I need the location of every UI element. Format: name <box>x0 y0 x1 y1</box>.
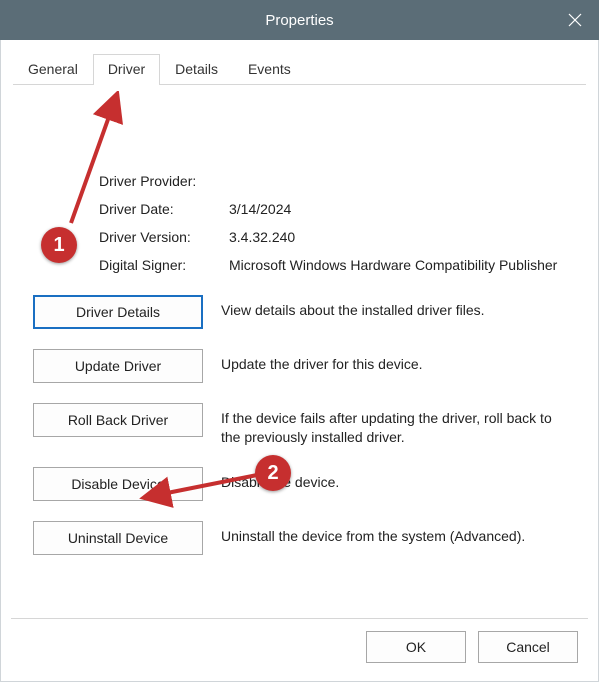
close-icon <box>568 13 582 27</box>
value-date: 3/14/2024 <box>229 201 574 217</box>
annotation-badge-1: 1 <box>41 227 77 263</box>
row-date: Driver Date: 3/14/2024 <box>99 201 574 217</box>
driver-details-button[interactable]: Driver Details <box>33 295 203 329</box>
action-driver-details: Driver Details View details about the in… <box>33 295 574 329</box>
action-uninstall-device: Uninstall Device Uninstall the device fr… <box>33 521 574 555</box>
driver-actions: Driver Details View details about the in… <box>33 295 574 555</box>
uninstall-device-desc: Uninstall the device from the system (Ad… <box>221 521 574 546</box>
tab-driver[interactable]: Driver <box>93 54 160 85</box>
row-version: Driver Version: 3.4.32.240 <box>99 229 574 245</box>
row-provider: Driver Provider: <box>99 173 574 189</box>
label-signer: Digital Signer: <box>99 257 229 273</box>
tab-details[interactable]: Details <box>160 54 233 84</box>
label-date: Driver Date: <box>99 201 229 217</box>
driver-details-desc: View details about the installed driver … <box>221 295 574 320</box>
dialog-footer: OK Cancel <box>11 618 588 671</box>
value-version: 3.4.32.240 <box>229 229 574 245</box>
roll-back-driver-button[interactable]: Roll Back Driver <box>33 403 203 437</box>
update-driver-desc: Update the driver for this device. <box>221 349 574 374</box>
tab-general[interactable]: General <box>13 54 93 84</box>
uninstall-device-button[interactable]: Uninstall Device <box>33 521 203 555</box>
titlebar: Properties <box>0 0 599 40</box>
label-provider: Driver Provider: <box>99 173 229 189</box>
label-version: Driver Version: <box>99 229 229 245</box>
ok-button[interactable]: OK <box>366 631 466 663</box>
value-provider <box>229 173 574 189</box>
window-body: General Driver Details Events Driver Pro… <box>0 40 599 682</box>
cancel-button[interactable]: Cancel <box>478 631 578 663</box>
disable-device-button[interactable]: Disable Device <box>33 467 203 501</box>
tab-strip: General Driver Details Events <box>13 54 586 85</box>
close-button[interactable] <box>551 0 599 40</box>
action-disable-device: Disable Device Disable the device. <box>33 467 574 501</box>
tab-events[interactable]: Events <box>233 54 306 84</box>
action-roll-back-driver: Roll Back Driver If the device fails aft… <box>33 403 574 447</box>
annotation-badge-2: 2 <box>255 455 291 491</box>
action-update-driver: Update Driver Update the driver for this… <box>33 349 574 383</box>
value-signer: Microsoft Windows Hardware Compatibility… <box>229 257 574 273</box>
row-signer: Digital Signer: Microsoft Windows Hardwa… <box>99 257 574 273</box>
driver-info: Driver Provider: Driver Date: 3/14/2024 … <box>99 173 574 273</box>
window-title: Properties <box>265 12 333 29</box>
update-driver-button[interactable]: Update Driver <box>33 349 203 383</box>
driver-panel: Driver Provider: Driver Date: 3/14/2024 … <box>11 85 588 618</box>
roll-back-driver-desc: If the device fails after updating the d… <box>221 403 574 447</box>
